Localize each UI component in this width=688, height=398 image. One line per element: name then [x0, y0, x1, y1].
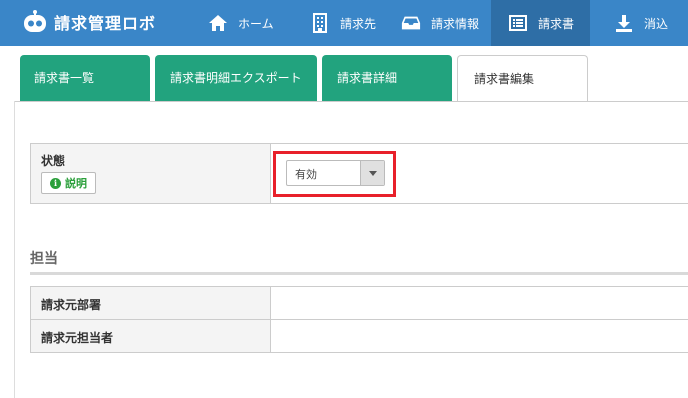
info-icon: i: [50, 177, 61, 189]
download-icon: [614, 13, 634, 33]
nav-label-home: ホーム: [238, 16, 274, 31]
section-title-assignee: 担当: [30, 251, 58, 267]
help-button[interactable]: i 説明: [41, 172, 96, 194]
app-title: 請求管理ロボ: [54, 14, 157, 33]
tab-label: 請求書詳細: [337, 71, 398, 85]
nav-label-invoice: 請求書: [538, 16, 575, 31]
home-icon: [208, 13, 228, 33]
tab-label: 請求書明細エクスポート: [170, 71, 302, 85]
assignee-table: 請求元部署 請求元担当者: [30, 286, 688, 353]
row-value-billing-department: [272, 287, 688, 319]
status-select[interactable]: 有効: [286, 160, 385, 186]
tab-label: 請求書一覧: [34, 71, 95, 85]
status-label: 状態: [41, 154, 66, 168]
tab-label: 請求書編集: [474, 72, 535, 86]
robot-logo-icon: [22, 10, 48, 34]
panel-border: [14, 101, 15, 398]
tab-invoice-edit[interactable]: 請求書編集: [457, 55, 588, 101]
status-label-cell: 状態 i 説明: [31, 144, 271, 203]
nav-item-invoice[interactable]: 請求書: [491, 0, 590, 46]
tab-invoice-detail-export[interactable]: 請求書明細エクスポート: [155, 55, 317, 102]
nav-item-reconcile[interactable]: 消込: [614, 0, 668, 46]
chevron-down-icon[interactable]: [360, 161, 384, 185]
nav-label-reconcile: 消込: [644, 16, 669, 31]
nav-item-billing-target[interactable]: 請求先: [310, 0, 376, 46]
row-label-billing-person: 請求元担当者: [31, 320, 271, 352]
brand[interactable]: 請求管理ロボ: [22, 8, 156, 36]
table-row: 請求元担当者: [31, 320, 688, 353]
nav-label-billing-info: 請求情報: [431, 16, 480, 31]
building-icon: [310, 13, 330, 33]
status-select-value: 有効: [295, 168, 317, 181]
section-divider: [30, 272, 688, 275]
tab-invoice-detail[interactable]: 請求書詳細: [322, 55, 452, 102]
row-label-billing-department: 請求元部署: [31, 287, 271, 319]
nav-item-billing-info[interactable]: 請求情報: [401, 0, 479, 46]
tab-divider: [14, 101, 688, 102]
table-row: 請求元部署: [31, 287, 688, 320]
top-nav-bar: 請求管理ロボ ホーム 請求先 請求情報 請求書 消込: [0, 0, 688, 46]
nav-item-home[interactable]: ホーム: [208, 0, 274, 46]
list-icon: [508, 13, 528, 33]
nav-label-billing-target: 請求先: [340, 16, 377, 31]
tab-invoice-list[interactable]: 請求書一覧: [20, 55, 150, 102]
help-button-label: 説明: [65, 177, 87, 190]
row-value-billing-person: [272, 320, 688, 352]
inbox-icon: [401, 13, 421, 33]
